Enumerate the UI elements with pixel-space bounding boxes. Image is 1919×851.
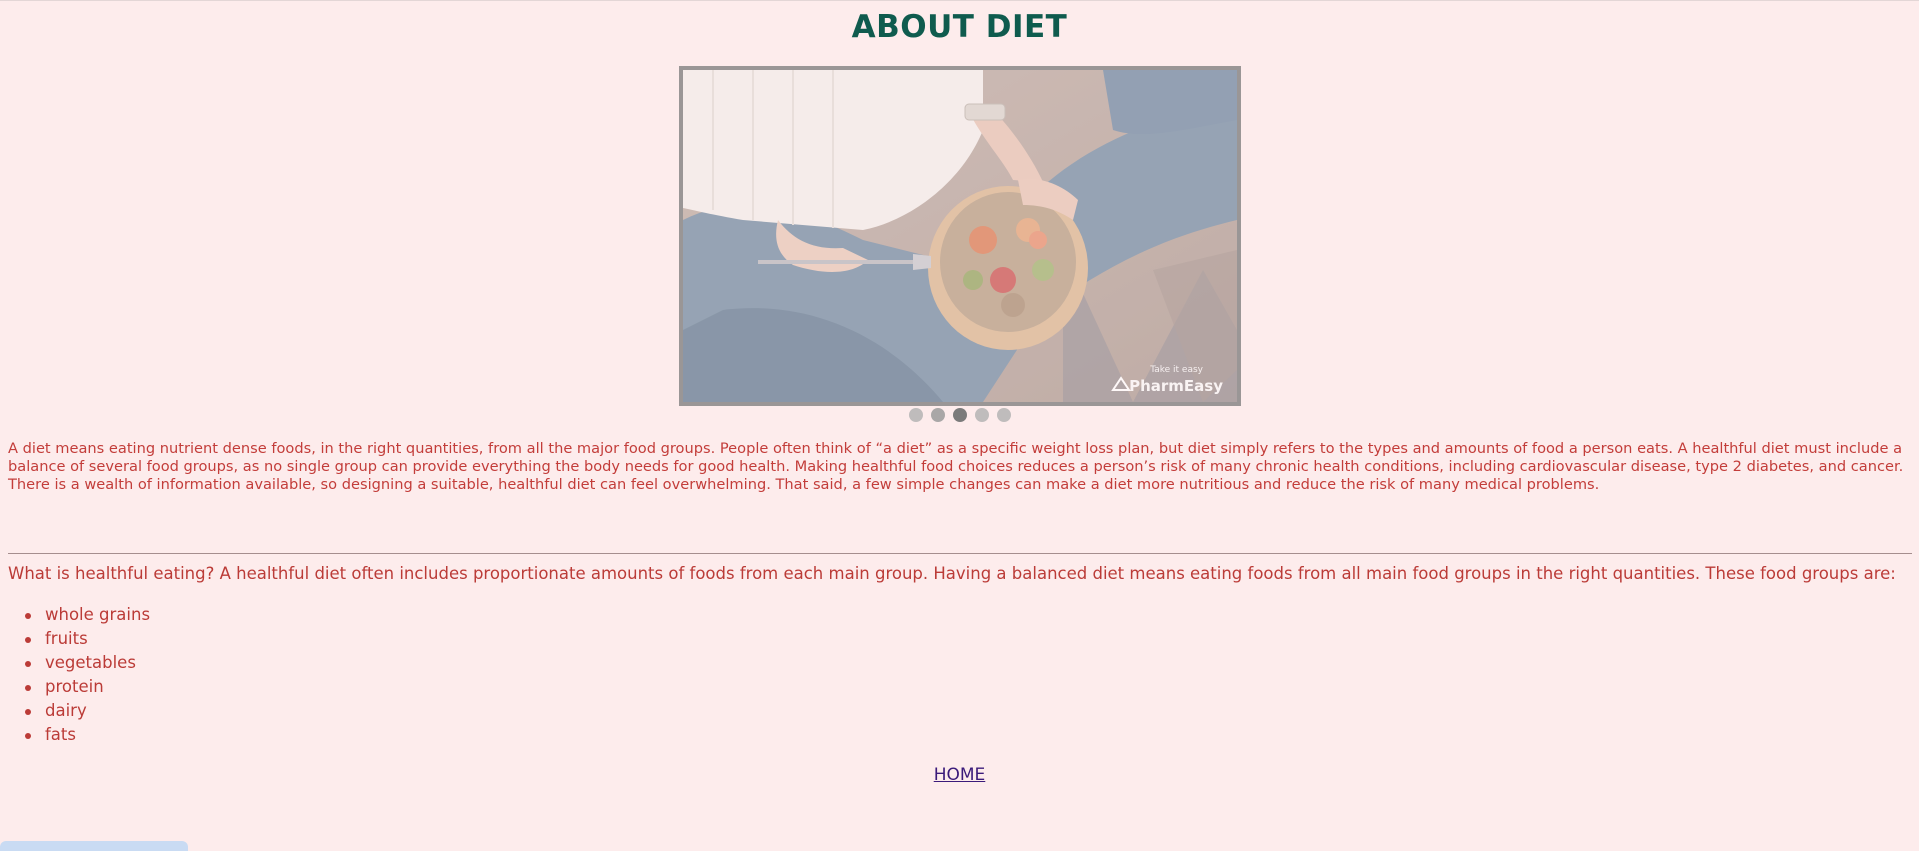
home-link[interactable]: HOME <box>934 765 986 785</box>
intro-paragraph: A diet means eating nutrient dense foods… <box>8 440 1904 493</box>
food-group-item: whole grains <box>24 603 150 627</box>
carousel-dot-2[interactable] <box>930 408 945 422</box>
food-group-item: fruits <box>24 627 150 651</box>
food-group-item: dairy <box>24 699 150 723</box>
carousel-dot-5[interactable] <box>996 408 1011 422</box>
food-group-item: fats <box>24 723 150 747</box>
carousel-indicators <box>0 408 1919 422</box>
diet-photo: Take it easy PharmEasy <box>683 70 1237 402</box>
image-carousel[interactable]: Take it easy PharmEasy <box>679 66 1241 406</box>
food-group-item: protein <box>24 675 150 699</box>
food-groups-list: whole grains fruits vegetables protein dairy… <box>24 603 150 747</box>
taskbar-edge <box>0 841 188 851</box>
healthful-eating-paragraph: What is healthful eating? A healthful di… <box>8 564 1896 583</box>
carousel-dot-4[interactable] <box>974 408 989 422</box>
carousel-dot-3[interactable] <box>952 408 967 422</box>
section-divider <box>8 553 1912 554</box>
page-title: ABOUT DIET <box>851 9 1068 45</box>
food-group-item: vegetables <box>24 651 150 675</box>
carousel-dot-1[interactable] <box>908 408 923 422</box>
